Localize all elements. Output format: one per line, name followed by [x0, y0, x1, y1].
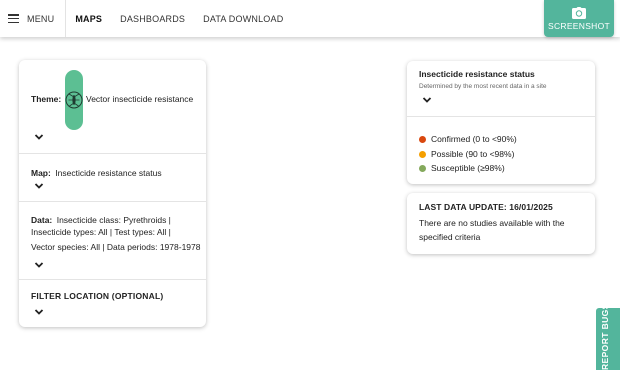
filter-location-section[interactable]: FILTER LOCATION (OPTIONAL) [19, 280, 206, 327]
data-chevron-down-icon[interactable] [34, 261, 44, 269]
theme-icon-badge [65, 70, 83, 130]
legend-item-susceptible: Susceptible (≥98%) [419, 158, 505, 176]
data-insecticide-types: Insecticide types: All | Test types: All… [31, 227, 171, 237]
report-bugs-tab[interactable]: REPORT BUGS [596, 308, 620, 370]
last-update-card: LAST DATA UPDATE: 16/01/2025 There are n… [407, 193, 595, 254]
theme-value: Vector insecticide resistance [86, 94, 194, 104]
theme-label: Theme: [31, 94, 62, 104]
map-row: Map: Insecticide resistance status [31, 163, 162, 181]
filter-location-label: FILTER LOCATION (OPTIONAL) [31, 291, 164, 301]
filter-chevron-down-icon[interactable] [34, 308, 44, 316]
screenshot-label: SCREENSHOT [547, 20, 611, 31]
theme-chevron-down-icon[interactable] [34, 133, 44, 141]
hamburger-menu-icon [8, 14, 19, 23]
susceptible-dot [419, 164, 426, 172]
map-value: Insecticide resistance status [55, 168, 162, 178]
nav-dashboards-link[interactable]: DASHBOARDS [120, 14, 185, 24]
legend-subtitle: Determined by the most recent data in a … [419, 83, 547, 90]
data-label: Data: [31, 215, 53, 225]
data-insecticide-class: Insecticide class: Pyrethroids | [56, 215, 171, 225]
legend-label-confirmed: Confirmed (0 to <90%) [431, 134, 517, 144]
legend-card: Insecticide resistance status Determined… [407, 61, 595, 184]
report-bugs-label: REPORT BUGS [600, 308, 610, 370]
camera-icon [572, 6, 586, 19]
confirmed-dot [419, 135, 426, 143]
mosquito-icon [65, 91, 83, 109]
theme-section[interactable]: Theme: Vector insecticide resistance [19, 60, 206, 154]
map-label: Map: [31, 168, 51, 178]
no-studies-message-line2: specified criteria [419, 232, 481, 242]
map-section[interactable]: Map: Insecticide resistance status [19, 154, 206, 202]
top-navigation-bar: MENU MAPS DASHBOARDS DATA DOWNLOAD [0, 0, 620, 37]
legend-chevron-down-icon[interactable] [422, 96, 432, 104]
legend-header[interactable]: Insecticide resistance status Determined… [407, 61, 595, 117]
nav-maps-link[interactable]: MAPS [75, 14, 102, 24]
legend-title: Insecticide resistance status [419, 69, 535, 79]
data-vector-species: Vector species: All | Data periods: 1978… [31, 242, 201, 252]
legend-label-susceptible: Susceptible (≥98%) [431, 163, 505, 173]
map-chevron-down-icon[interactable] [34, 182, 44, 190]
nav-data-download-link[interactable]: DATA DOWNLOAD [203, 14, 283, 24]
menu-label: MENU [27, 13, 55, 24]
no-studies-message-line1: There are no studies available with the [419, 218, 565, 228]
screenshot-button[interactable]: SCREENSHOT [544, 0, 614, 37]
possible-dot [419, 150, 426, 158]
data-section[interactable]: Data: Insecticide class: Pyrethroids | I… [19, 202, 206, 280]
last-update-title: LAST DATA UPDATE: 16/01/2025 [419, 202, 553, 212]
menu-button[interactable]: MENU [0, 0, 67, 37]
map-settings-panel: Theme: Vector insecticide resistance Map… [19, 60, 206, 327]
